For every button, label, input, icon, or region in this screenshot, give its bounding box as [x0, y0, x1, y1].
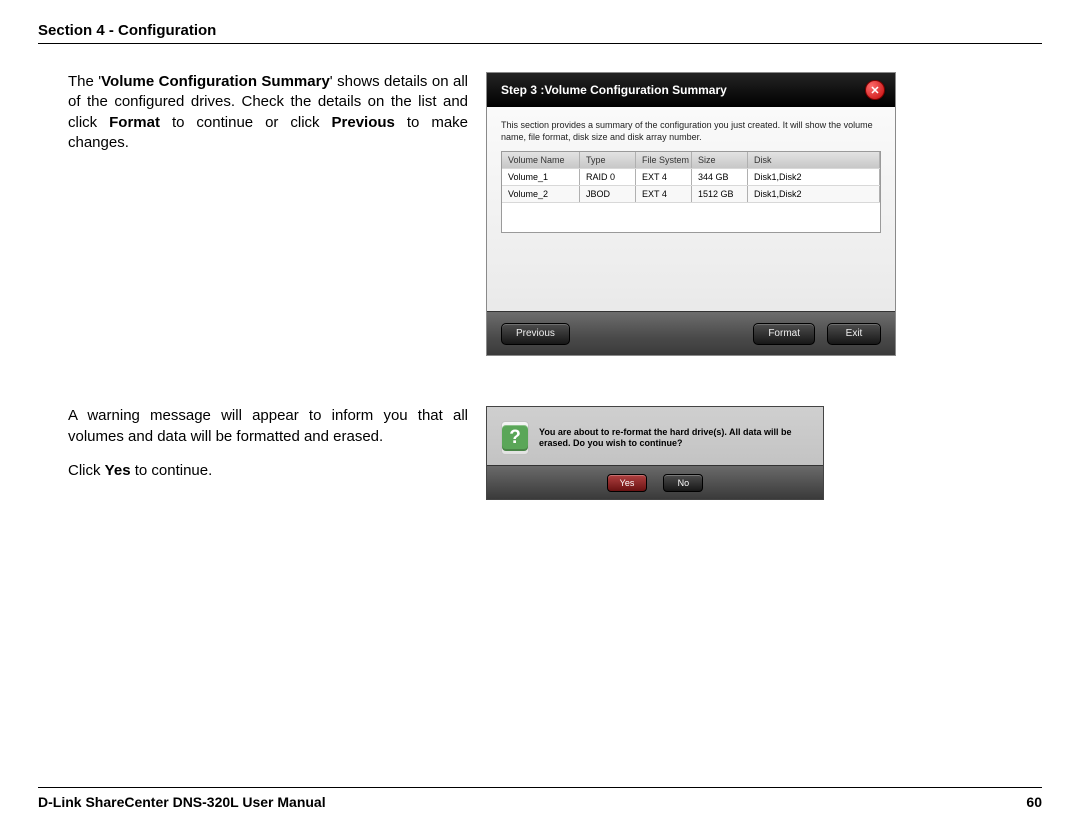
page-number: 60 — [1026, 794, 1042, 810]
question-icon: ? — [501, 421, 529, 455]
section-header: Section 4 - Configuration — [38, 22, 1042, 44]
cell: RAID 0 — [580, 169, 636, 185]
t: to continue or click — [160, 114, 332, 131]
yes-button[interactable]: Yes — [607, 474, 648, 492]
para3: Click Yes to continue. — [68, 461, 468, 481]
no-button[interactable]: No — [663, 474, 703, 492]
t: The ' — [68, 73, 101, 90]
col-size: Size — [692, 152, 748, 168]
table-header: Volume Name Type File System Size Disk — [502, 152, 880, 168]
cell: 344 GB — [692, 169, 748, 185]
t: Volume Configuration Summary — [101, 73, 330, 90]
table-row: Volume_2 JBOD EXT 4 1512 GB Disk1,Disk2 — [502, 185, 880, 202]
t: Previous — [332, 114, 395, 131]
wizard-panel: Step 3 :Volume Configuration Summary ✕ T… — [486, 72, 896, 356]
page-footer: D-Link ShareCenter DNS-320L User Manual … — [38, 787, 1042, 810]
wizard-footer: Previous Format Exit — [487, 311, 895, 355]
t: Format — [109, 114, 160, 131]
cell: Disk1,Disk2 — [748, 186, 880, 202]
col-disk: Disk — [748, 152, 880, 168]
col-volume-name: Volume Name — [502, 152, 580, 168]
close-icon[interactable]: ✕ — [865, 80, 885, 100]
format-button[interactable]: Format — [753, 323, 815, 345]
wizard-description: This section provides a summary of the c… — [487, 107, 895, 151]
dialog-footer: Yes No — [487, 465, 823, 499]
cell: JBOD — [580, 186, 636, 202]
confirm-dialog: ? You are about to re-format the hard dr… — [486, 406, 824, 500]
col-filesystem: File System — [636, 152, 692, 168]
col-type: Type — [580, 152, 636, 168]
wizard-title: Step 3 :Volume Configuration Summary — [501, 83, 727, 97]
volume-table: Volume Name Type File System Size Disk V… — [501, 151, 881, 233]
cell: Volume_2 — [502, 186, 580, 202]
t: Yes — [105, 462, 131, 479]
previous-button[interactable]: Previous — [501, 323, 570, 345]
body-text-1: The 'Volume Configuration Summary' shows… — [38, 72, 468, 356]
para2: A warning message will appear to inform … — [68, 406, 468, 447]
wizard-header: Step 3 :Volume Configuration Summary ✕ — [487, 73, 895, 107]
table-row: Volume_1 RAID 0 EXT 4 344 GB Disk1,Disk2 — [502, 168, 880, 185]
dialog-text: You are about to re-format the hard driv… — [539, 427, 809, 450]
t: to continue. — [131, 462, 213, 479]
manual-title: D-Link ShareCenter DNS-320L User Manual — [38, 794, 326, 810]
cell: EXT 4 — [636, 186, 692, 202]
cell: Disk1,Disk2 — [748, 169, 880, 185]
cell: 1512 GB — [692, 186, 748, 202]
body-text-2: A warning message will appear to inform … — [38, 406, 468, 500]
t: Click — [68, 462, 105, 479]
blank-row — [502, 202, 880, 232]
exit-button[interactable]: Exit — [827, 323, 881, 345]
cell: Volume_1 — [502, 169, 580, 185]
cell: EXT 4 — [636, 169, 692, 185]
